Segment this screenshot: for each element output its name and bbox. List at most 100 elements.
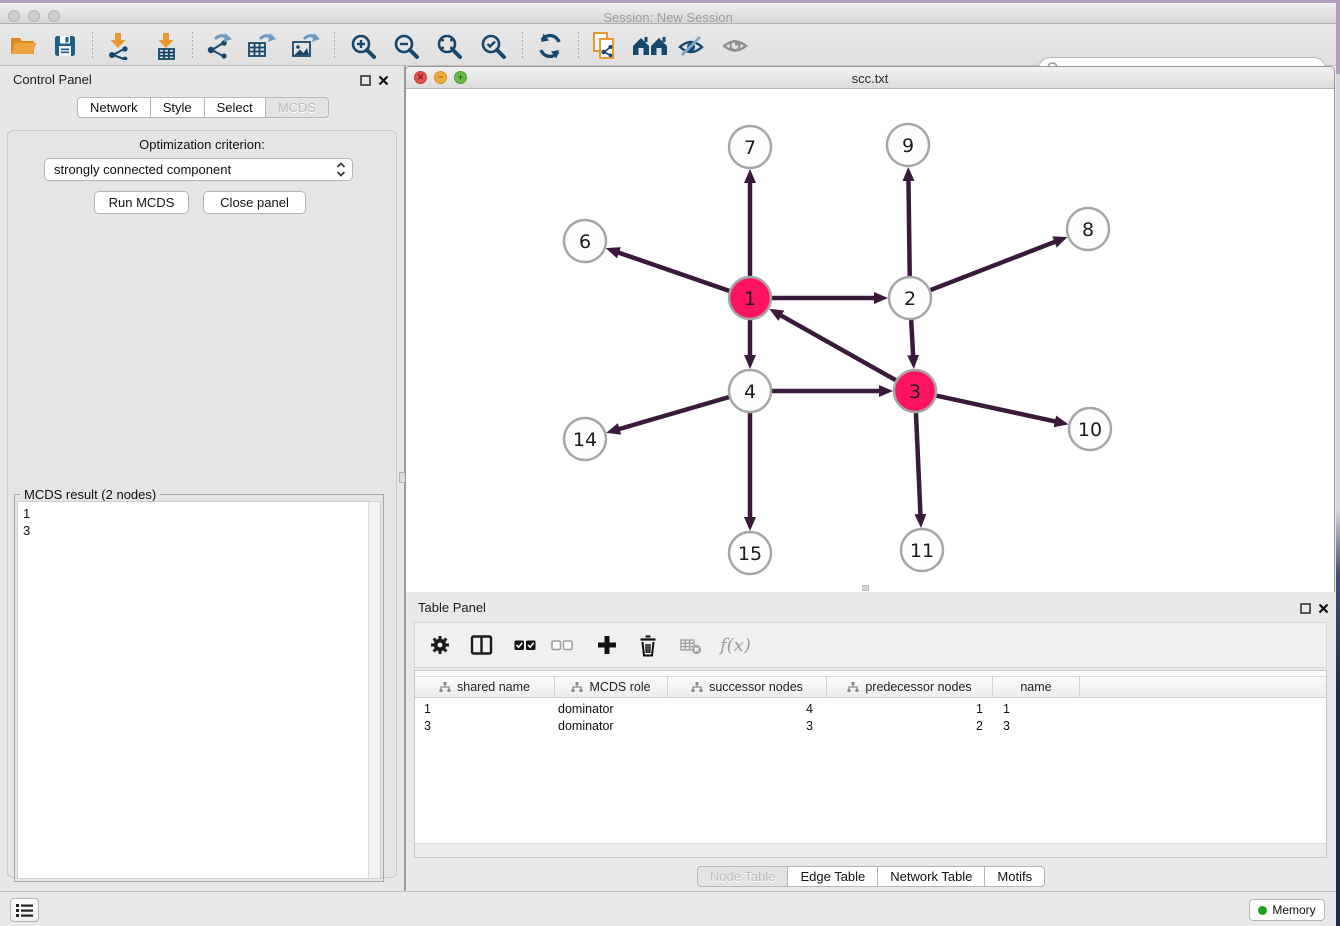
import-table-button[interactable]: [151, 31, 181, 61]
task-history-button[interactable]: [10, 898, 39, 922]
network-window: ✕ − + scc.txt 7968124314101511: [405, 66, 1335, 592]
column-type-icon: [439, 682, 451, 693]
result-scrollbar[interactable]: [368, 502, 380, 878]
table-header-row: shared name MCDS role successor nodes pr…: [415, 676, 1326, 698]
table-close-button[interactable]: [1317, 602, 1329, 614]
table-panel-title: Table Panel: [418, 600, 486, 615]
graph-edge-3-1[interactable]: [780, 315, 896, 381]
close-panel-action-button[interactable]: Close panel: [203, 191, 306, 214]
delete-table-button: [680, 635, 702, 656]
float-panel-button[interactable]: [359, 74, 371, 86]
table-row[interactable]: 1 dominator 4 1 1: [415, 701, 1326, 718]
graph-node-label-1: 1: [744, 288, 756, 310]
tab-network[interactable]: Network: [77, 97, 151, 118]
graph-edge-4-14[interactable]: [618, 397, 729, 429]
graph-node-label-2: 2: [904, 288, 916, 310]
table-tabs: Node Table Edge Table Network Table Moti…: [406, 866, 1336, 887]
save-session-button[interactable]: [50, 31, 80, 61]
graph-node-label-8: 8: [1082, 219, 1094, 241]
cell-mcds-role: dominator: [555, 718, 668, 735]
table-settings-button[interactable]: [429, 634, 451, 656]
tab-node-table[interactable]: Node Table: [697, 866, 789, 887]
status-bar: Memory: [0, 891, 1336, 926]
cell-predecessor-nodes: 1: [827, 701, 993, 718]
add-column-button[interactable]: [596, 634, 618, 656]
trash-icon: [637, 634, 659, 657]
toolbar-separator: [192, 32, 193, 59]
unchecked-boxes-icon: [551, 634, 573, 656]
criterion-select[interactable]: strongly connected component: [44, 158, 353, 181]
deselect-all-columns-button[interactable]: [551, 634, 573, 656]
show-all-button[interactable]: [720, 31, 750, 61]
close-icon: [378, 75, 389, 86]
close-icon: [1318, 603, 1329, 614]
node-table: shared name MCDS role successor nodes pr…: [414, 670, 1327, 858]
apply-preferred-layout-button[interactable]: [535, 31, 565, 61]
zoom-out-button[interactable]: [391, 31, 421, 61]
canvas-resize-grip[interactable]: [862, 585, 869, 591]
zoom-in-button[interactable]: [348, 31, 378, 61]
graph-edge-2-8[interactable]: [931, 241, 1057, 290]
open-folder-icon: [9, 34, 37, 58]
cell-mcds-role: dominator: [555, 701, 668, 718]
checked-boxes-icon: [514, 634, 536, 656]
graph-edge-1-6[interactable]: [617, 252, 729, 291]
export-network-button[interactable]: [204, 31, 234, 61]
tab-style[interactable]: Style: [150, 97, 205, 118]
graph-edge-2-9[interactable]: [908, 179, 909, 276]
graph-edge-2-3[interactable]: [911, 320, 913, 357]
column-type-icon: [571, 682, 583, 693]
column-header-successor-nodes[interactable]: successor nodes: [668, 677, 827, 697]
zoom-selected-button[interactable]: [478, 31, 508, 61]
delete-columns-button[interactable]: [637, 634, 659, 657]
tab-select[interactable]: Select: [204, 97, 266, 118]
tab-mcds[interactable]: MCDS: [265, 97, 329, 118]
open-file-button[interactable]: [8, 31, 38, 61]
window-title: Session: New Session: [0, 10, 1336, 25]
network-graph[interactable]: 7968124314101511: [406, 89, 1334, 592]
graph-node-label-14: 14: [573, 429, 597, 451]
tab-edge-table[interactable]: Edge Table: [787, 866, 878, 887]
split-panel-button[interactable]: [470, 634, 493, 656]
split-panel-icon: [470, 634, 493, 656]
column-header-mcds-role[interactable]: MCDS role: [555, 677, 668, 697]
select-all-columns-button[interactable]: [514, 634, 536, 656]
close-panel-button[interactable]: [377, 74, 389, 86]
duplicate-network-button[interactable]: [589, 31, 619, 61]
cell-successor-nodes: 4: [668, 701, 827, 718]
zoom-fit-button[interactable]: [434, 31, 464, 61]
zoom-selected-icon: [480, 33, 507, 60]
table-horizontal-scrollbar[interactable]: [415, 843, 1326, 857]
column-label: MCDS role: [589, 680, 650, 694]
tab-network-table[interactable]: Network Table: [877, 866, 985, 887]
run-mcds-button[interactable]: Run MCDS: [94, 191, 189, 214]
network-window-titlebar[interactable]: ✕ − + scc.txt: [406, 67, 1334, 89]
network-canvas[interactable]: 7968124314101511: [406, 89, 1334, 592]
toolbar-separator: [334, 32, 335, 59]
export-network-icon: [205, 32, 233, 60]
svg-text:f(x): f(x): [719, 635, 751, 656]
graph-node-label-10: 10: [1078, 419, 1102, 441]
control-panel-tabs: Network Style Select MCDS: [77, 97, 329, 118]
window-titlebar: Session: New Session: [0, 3, 1336, 24]
column-type-icon: [847, 682, 859, 693]
column-header-predecessor-nodes[interactable]: predecessor nodes: [827, 677, 993, 697]
memory-button[interactable]: Memory: [1249, 899, 1325, 921]
graph-edge-3-11[interactable]: [916, 413, 921, 516]
table-toolbar: f(x): [414, 622, 1327, 668]
home-button[interactable]: [630, 31, 670, 61]
toolbar-separator: [522, 32, 523, 59]
column-header-shared-name[interactable]: shared name: [415, 677, 555, 697]
graph-edge-3-10[interactable]: [936, 396, 1056, 422]
export-table-button[interactable]: [246, 31, 276, 61]
hide-selected-button[interactable]: [676, 31, 706, 61]
import-network-button[interactable]: [103, 31, 133, 61]
export-image-button[interactable]: [290, 31, 320, 61]
delete-table-icon: [680, 635, 702, 656]
mcds-result-textarea[interactable]: 1 3: [17, 501, 381, 879]
column-header-name[interactable]: name: [993, 677, 1080, 697]
tab-motifs[interactable]: Motifs: [984, 866, 1045, 887]
table-float-button[interactable]: [1299, 602, 1311, 614]
import-network-icon: [104, 32, 132, 60]
table-row[interactable]: 3 dominator 3 2 3: [415, 718, 1326, 735]
